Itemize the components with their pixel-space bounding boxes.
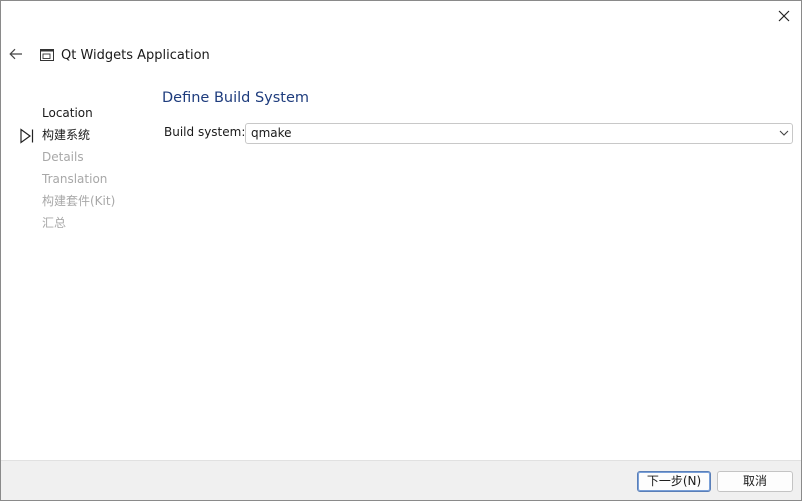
page-title: Define Build System	[162, 90, 310, 106]
back-button[interactable]	[6, 44, 26, 64]
step-details: Details	[19, 149, 149, 171]
wizard-window: Qt Widgets Application Location 构建系统 Det…	[0, 0, 802, 501]
step-summary: 汇总	[19, 215, 149, 237]
close-button[interactable]	[769, 5, 799, 27]
step-label: 汇总	[42, 216, 67, 230]
wizard-title: Qt Widgets Application	[61, 48, 210, 63]
build-system-value: qmake	[251, 126, 292, 140]
step-label: 构建系统	[42, 128, 91, 142]
arrow-left-icon	[9, 48, 22, 60]
qt-project-icon	[40, 49, 54, 61]
step-translation: Translation	[19, 171, 149, 193]
close-icon	[778, 10, 790, 22]
build-system-label: Build system:	[164, 125, 246, 139]
step-location: Location	[19, 105, 149, 127]
current-step-icon	[20, 128, 34, 144]
chevron-down-icon	[779, 130, 789, 136]
step-kits: 构建套件(Kit)	[19, 193, 149, 215]
step-label: Location	[42, 106, 93, 120]
step-label: Details	[42, 150, 84, 164]
step-label: Translation	[42, 172, 108, 186]
build-system-combobox[interactable]: qmake	[245, 123, 793, 144]
step-label: 构建套件(Kit)	[42, 194, 116, 208]
wizard-step-list: Location 构建系统 Details Translation 构建套件(K…	[19, 105, 149, 237]
wizard-footer: 下一步(N) 取消	[1, 460, 801, 500]
cancel-button[interactable]: 取消	[717, 471, 793, 492]
step-build-system: 构建系统	[19, 127, 149, 149]
next-button[interactable]: 下一步(N)	[637, 471, 711, 492]
